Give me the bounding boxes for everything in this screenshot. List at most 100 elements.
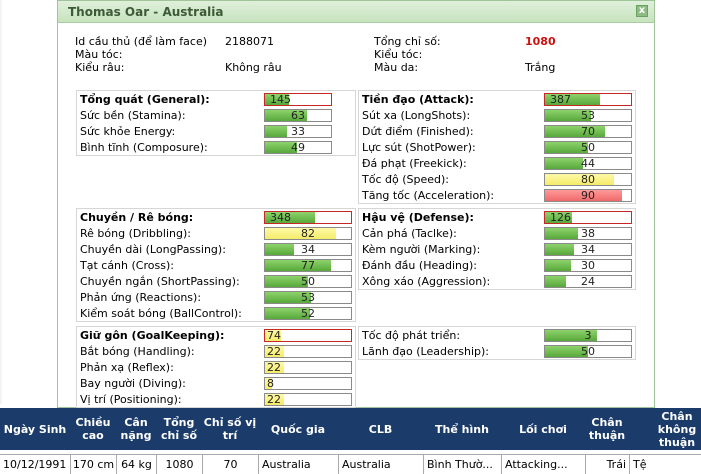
heading-bar: 30	[544, 259, 632, 272]
cell-weight: 64 kg	[116, 455, 156, 474]
stamina-bar: 63	[264, 109, 332, 122]
reflex-bar: 22	[264, 361, 352, 374]
skin-value: Trắng	[525, 61, 556, 74]
shotpower-label: Lực sút (ShotPower):	[362, 141, 476, 154]
acceleration-bar: 90	[544, 189, 632, 202]
table-row[interactable]: 10/12/1991 170 cm 64 kg 1080 70 Australi…	[0, 454, 701, 474]
bar-value: 53	[301, 291, 315, 304]
cell-weak-foot: Tệ	[629, 455, 701, 474]
freekick-label: Đá phạt (Freekick):	[362, 157, 467, 170]
bar-value: 22	[267, 361, 281, 374]
cell-birthdate: 10/12/1991	[3, 458, 67, 471]
header-play-style[interactable]: Lối chơi	[501, 408, 585, 450]
general-total-bar: 145	[264, 93, 332, 106]
longpassing-label: Chuyền dài (LongPassing):	[80, 243, 226, 256]
window-title: Thomas Oar - Australia	[68, 4, 224, 19]
tackle-bar: 38	[544, 227, 632, 240]
header-height[interactable]: Chiều cao	[70, 408, 116, 450]
growth-speed-bar: 3	[544, 329, 632, 342]
header-birthdate[interactable]: Ngày Sinh	[0, 408, 70, 450]
bar-value: 33	[291, 125, 305, 138]
bar-value: 77	[301, 259, 315, 272]
cell-preferred-foot: Trái	[585, 455, 629, 474]
aggression-label: Xông xáo (Aggression):	[362, 275, 491, 288]
skin-label: Màu da:	[374, 61, 419, 74]
bar-value: 8	[267, 377, 274, 390]
bar-value: 50	[581, 345, 595, 358]
bar-value: 30	[581, 259, 595, 272]
bar-value: 126	[550, 211, 571, 224]
bar-value: 348	[270, 211, 291, 224]
bar-value: 22	[267, 345, 281, 358]
reactions-bar: 53	[264, 291, 352, 304]
header-total[interactable]: Tổng chỉ số	[156, 408, 202, 450]
ballcontrol-label: Kiểm soát bóng (BallControl):	[80, 307, 242, 320]
bar-value: 34	[581, 243, 595, 256]
diving-bar: 8	[264, 377, 352, 390]
section-title-goalkeeping: Giữ gôn (GoalKeeping):	[80, 329, 225, 342]
composure-bar: 49	[264, 141, 332, 154]
bar-value: 74	[267, 329, 281, 342]
aggression-bar: 24	[544, 275, 632, 288]
bar-value: 53	[581, 109, 595, 122]
bar-value: 80	[581, 173, 595, 186]
handling-bar: 22	[264, 345, 352, 358]
positioning-label: Vị trí (Positioning):	[80, 393, 182, 406]
reactions-label: Phản ứng (Reactions):	[80, 291, 202, 304]
acceleration-label: Tăng tốc (Acceleration):	[362, 189, 495, 202]
stamina-label: Sức bền (Stamina):	[80, 109, 186, 122]
bar-value: 145	[270, 93, 291, 106]
hair-style-label: Kiểu tóc:	[374, 48, 423, 61]
header-preferred-foot[interactable]: Chân thuận	[585, 408, 629, 450]
header-nation[interactable]: Quốc gia	[258, 408, 338, 450]
bar-value: 22	[267, 393, 281, 406]
handling-label: Bắt bóng (Handling):	[80, 345, 195, 358]
bar-value: 38	[581, 227, 595, 240]
cross-bar: 77	[264, 259, 352, 272]
longpassing-bar: 34	[264, 243, 352, 256]
shortpassing-label: Chuyền ngắn (ShortPassing):	[80, 275, 240, 288]
finished-label: Dứt điểm (Finished):	[362, 125, 474, 138]
shortpassing-bar: 50	[264, 275, 352, 288]
header-weak-foot[interactable]: Chân không thuận	[629, 408, 701, 450]
bar-value: 52	[301, 307, 315, 320]
bar-value: 90	[581, 189, 595, 202]
dribbling-label: Rê bóng (Dribbling):	[80, 227, 191, 240]
cell-height: 170 cm	[70, 455, 116, 474]
cell-position-rating: 70	[202, 455, 258, 474]
energy-label: Sức khỏe Energy:	[80, 125, 176, 138]
cell-play-style: Attacking...	[501, 455, 585, 474]
section-title-attack: Tiền đạo (Attack):	[362, 93, 474, 106]
header-weight[interactable]: Cân nặng	[116, 408, 156, 450]
diving-label: Bay người (Diving):	[80, 377, 186, 390]
hair-color-label: Màu tóc:	[75, 48, 123, 61]
header-body-type[interactable]: Thể hình	[423, 408, 501, 450]
tackle-label: Cản phá (Taclke):	[362, 227, 457, 240]
dribbling-total-bar: 348	[264, 211, 352, 224]
player-table: Ngày Sinh Chiều cao Cân nặng Tổng chỉ số…	[0, 408, 701, 474]
reflex-label: Phản xạ (Reflex):	[80, 361, 174, 374]
heading-label: Đánh đầu (Heading):	[362, 259, 477, 272]
goalkeeping-total-bar: 74	[264, 329, 352, 342]
player-id-label: Id cầu thủ (để làm face)	[75, 35, 207, 48]
title-bar[interactable]: Thomas Oar - Australia	[58, 1, 654, 23]
bar-value: 3	[584, 329, 592, 342]
speed-bar: 80	[544, 173, 632, 186]
leadership-label: Lãnh đạo (Leadership):	[362, 345, 490, 358]
energy-bar: 33	[264, 125, 332, 138]
speed-label: Tốc độ (Speed):	[362, 173, 449, 186]
dribbling-bar: 82	[264, 227, 352, 240]
finished-bar: 70	[544, 125, 632, 138]
bar-value: 34	[301, 243, 315, 256]
longshots-label: Sút xa (LongShots):	[362, 109, 471, 122]
header-position-rating[interactable]: Chỉ số vị trí	[202, 408, 258, 450]
scroll-strip	[0, 0, 2, 404]
defense-total-bar: 126	[544, 211, 632, 224]
header-club[interactable]: CLB	[338, 408, 423, 450]
total-label: Tổng chỉ số:	[374, 35, 441, 48]
cell-total: 1080	[156, 455, 202, 474]
player-popup: Thomas Oar - Australia x Id cầu thủ (để …	[57, 0, 655, 408]
cell-club: Australia	[338, 455, 423, 474]
close-button[interactable]: x	[636, 5, 648, 17]
composure-label: Bình tĩnh (Composure):	[80, 141, 208, 154]
